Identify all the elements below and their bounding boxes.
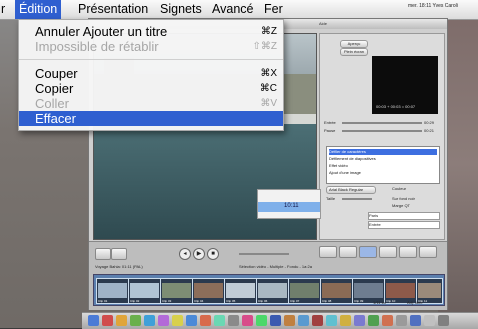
pause-label: Pause: [324, 128, 336, 133]
clip-item[interactable]: Clip 01: [96, 278, 129, 304]
menu-fenetre[interactable]: Fer: [264, 2, 283, 16]
clip-item[interactable]: Clip 02: [128, 278, 161, 304]
clip-item[interactable]: Clip 03: [160, 278, 193, 304]
clip-item[interactable]: Clip 08: [320, 278, 353, 304]
editing-toggle-button[interactable]: [111, 248, 127, 260]
clip-item[interactable]: Clip 06: [256, 278, 289, 304]
clip-viewer-strip: ◂ ▶ ■ Voyage Bahia: 01:11 (PAL) Sélectio…: [89, 241, 447, 310]
option-fond-noir[interactable]: Sur fond noir: [392, 196, 415, 201]
menu-item-copy[interactable]: Copier ⌘C: [19, 81, 283, 96]
clip-track: Clip 01 Clip 02 Clip 03 Clip 04 Clip 05 …: [93, 274, 445, 306]
app-icon[interactable]: [102, 315, 113, 326]
taille-label: Taille: [326, 196, 336, 201]
clip-item[interactable]: Clip 04: [192, 278, 225, 304]
status-size: 1/11 ko: [373, 300, 386, 305]
app-icon[interactable]: [116, 315, 127, 326]
titlebar-text: Aide: [319, 21, 328, 26]
couleur-label: Couleur: [392, 186, 407, 191]
app-icon[interactable]: [228, 315, 239, 326]
list-item[interactable]: Défilement de diapositives: [329, 156, 437, 162]
app-icon[interactable]: [256, 315, 267, 326]
app-icon[interactable]: [382, 315, 393, 326]
tool-effets[interactable]: [399, 246, 417, 258]
pause-value: 00:21: [424, 128, 435, 133]
tool-elements[interactable]: [319, 246, 337, 258]
title-overlay-time: 10:11: [284, 203, 299, 209]
list-item[interactable]: Effet vidéo: [329, 163, 437, 169]
entree-slider[interactable]: [342, 122, 422, 124]
menu-avance[interactable]: Avancé: [212, 2, 253, 16]
title-style-list[interactable]: Défiler de caractères Défilement de diap…: [326, 146, 440, 184]
title-text-field[interactable]: Paris: [368, 212, 440, 220]
menu-item-redo: Impossible de rétablir ⇧⌘Z: [35, 39, 277, 54]
tool-audio[interactable]: [419, 246, 437, 258]
tool-titres[interactable]: [359, 246, 377, 258]
preview-button[interactable]: Aperçu: [340, 40, 368, 48]
tool-photos[interactable]: [339, 246, 357, 258]
size-slider[interactable]: [342, 198, 372, 200]
edit-menu: Annuler Ajouter un titre ⌘Z Impossible de…: [18, 19, 284, 131]
app-icon[interactable]: [172, 315, 183, 326]
app-icon[interactable]: [298, 315, 309, 326]
subtitle-text-field[interactable]: Entrée: [368, 221, 440, 229]
scene-river: [94, 124, 316, 239]
finder-icon[interactable]: [88, 315, 99, 326]
app-icon[interactable]: [144, 315, 155, 326]
app-icon[interactable]: [130, 315, 141, 326]
list-item[interactable]: Ajout d'une image: [329, 170, 437, 176]
app-icon[interactable]: [284, 315, 295, 326]
app-icon[interactable]: [200, 315, 211, 326]
app-icon[interactable]: [340, 315, 351, 326]
dock: [82, 312, 478, 329]
font-select[interactable]: Arial Black Regular: [326, 186, 376, 194]
app-icon[interactable]: [312, 315, 323, 326]
menu-presentation[interactable]: Présentation: [78, 2, 148, 16]
app-icon[interactable]: [368, 315, 379, 326]
app-icon[interactable]: [270, 315, 281, 326]
app-icon[interactable]: [214, 315, 225, 326]
project-label: Voyage Bahia: 01:11 (PAL): [95, 264, 143, 269]
preview-timecode: 00:03 + 00:03 = 00:07: [376, 104, 416, 109]
play-icon[interactable]: ▶: [193, 248, 205, 260]
app-icon[interactable]: [186, 315, 197, 326]
app-icon[interactable]: [396, 315, 407, 326]
fullscreen-play-icon[interactable]: ■: [207, 248, 219, 260]
fullscreen-button[interactable]: Plein écran: [340, 48, 368, 56]
app-icon[interactable]: [326, 315, 337, 326]
menu-item-cut[interactable]: Couper ⌘X: [19, 66, 283, 81]
title-settings-panel: Aperçu Plein écran 00:03 + 00:03 = 00:07…: [319, 33, 445, 240]
entree-value: 00:29: [424, 120, 435, 125]
menubar-clock-user[interactable]: mer. 18:11 Yves Caroli: [408, 3, 458, 9]
title-overlay-window: 10:11: [257, 189, 321, 219]
menu-item-undo[interactable]: Annuler Ajouter un titre ⌘Z: [19, 24, 283, 39]
menu-signets[interactable]: Signets: [160, 2, 202, 16]
app-icon[interactable]: [424, 315, 435, 326]
volume-slider[interactable]: [239, 253, 289, 255]
app-icon[interactable]: [410, 315, 421, 326]
tool-transitions[interactable]: [379, 246, 397, 258]
list-item[interactable]: Défiler de caractères: [329, 149, 437, 155]
rewind-icon[interactable]: ◂: [179, 248, 191, 260]
menu-bar: r Édition Présentation Signets Avancé Fe…: [0, 0, 478, 20]
entree-label: Entrée: [324, 120, 336, 125]
app-icon[interactable]: [242, 315, 253, 326]
camera-toggle-button[interactable]: [95, 248, 111, 260]
clip-item[interactable]: Clip 05: [224, 278, 257, 304]
option-marge-qt[interactable]: Marge QT: [392, 203, 410, 208]
clip-item[interactable]: Clip 07: [288, 278, 321, 304]
app-icon[interactable]: [158, 315, 169, 326]
pause-slider[interactable]: [342, 130, 422, 132]
menu-edition[interactable]: Édition: [15, 0, 62, 19]
menu-separator: [19, 59, 283, 60]
status-right: Adj. libre: [407, 300, 423, 305]
menu-item-clear[interactable]: Effacer: [19, 111, 283, 126]
menu-partial-left[interactable]: r: [1, 2, 5, 16]
selection-label: Sélection vidéo - Multiple - Fondu - 1a:…: [239, 264, 312, 269]
trash-icon[interactable]: [438, 315, 449, 326]
menu-item-paste: Coller ⌘V: [35, 96, 277, 111]
app-icon[interactable]: [354, 315, 365, 326]
